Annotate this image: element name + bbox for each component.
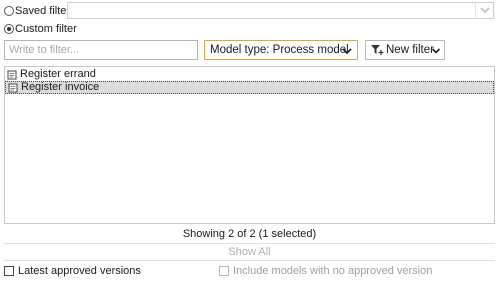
list-item-label: Register errand [20,68,96,80]
new-filter-button[interactable]: New filter [365,40,445,60]
status-text: Showing 2 of 2 (1 selected) [182,228,317,240]
divider [4,260,495,261]
custom-filter-radio[interactable] [4,24,14,34]
latest-approved-label: Latest approved versions [18,265,141,277]
filter-add-icon [371,45,384,55]
list-item-label: Register invoice [21,81,100,93]
custom-filter-label: Custom filter [15,23,77,35]
show-all-button[interactable]: Show All [4,244,495,260]
chevron-down-icon [431,48,441,54]
include-no-approved-label: Include models with no approved version [233,265,433,277]
model-type-label: Model type: Process model [210,44,349,56]
chevron-down-icon [342,48,352,55]
list-item-selected[interactable]: Register invoice [5,81,494,94]
filter-input[interactable] [4,40,198,60]
model-type-select[interactable]: Model type: Process model [204,40,358,60]
model-list[interactable]: Register errand Register invoice [4,66,495,224]
latest-approved-checkbox[interactable] [4,266,14,276]
include-no-approved-checkbox[interactable] [219,266,229,276]
saved-filter-dropdown-arrow[interactable] [475,3,493,18]
new-filter-label: New filter [386,44,434,56]
chevron-down-icon [480,7,490,14]
saved-filter-select[interactable] [67,2,494,19]
saved-filter-radio[interactable] [4,6,14,16]
saved-filter-label: Saved filter [15,5,71,17]
document-icon [7,70,17,79]
document-icon [8,83,18,92]
list-item[interactable]: Register errand [5,68,494,81]
